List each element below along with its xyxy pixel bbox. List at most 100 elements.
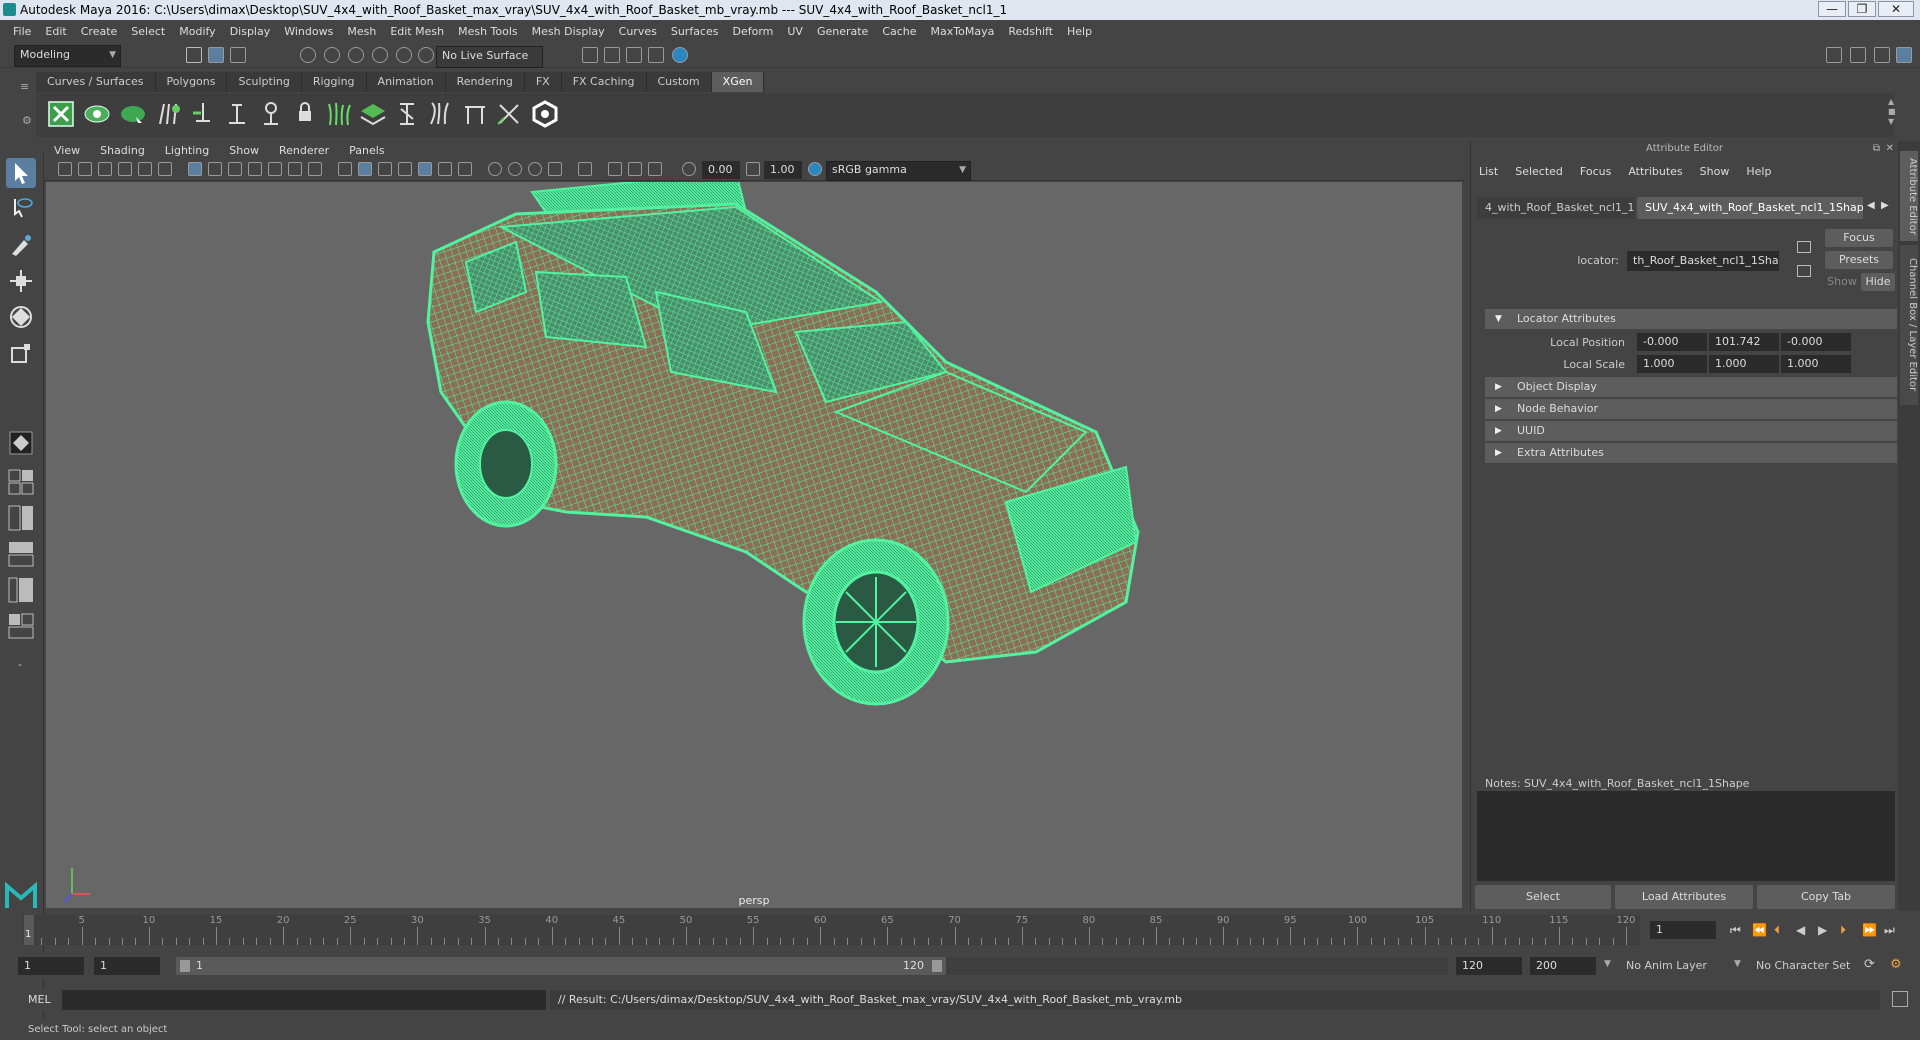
layout-four-view-icon[interactable] bbox=[6, 468, 36, 496]
snap-curve-icon[interactable] bbox=[324, 47, 340, 63]
smooth-shade-icon[interactable] bbox=[358, 162, 372, 176]
grease-pencil-icon[interactable] bbox=[158, 162, 172, 176]
menu-cache[interactable]: Cache bbox=[882, 25, 916, 38]
xray-icon[interactable] bbox=[608, 162, 622, 176]
viewport-menu-renderer[interactable]: Renderer bbox=[279, 144, 329, 157]
current-frame-field[interactable]: 1 bbox=[1650, 921, 1716, 939]
step-forward-key-icon[interactable]: ⏵ bbox=[1840, 923, 1846, 938]
camera-icon[interactable] bbox=[58, 162, 72, 176]
select-tool-icon[interactable] bbox=[6, 158, 36, 188]
render-settings-icon[interactable] bbox=[648, 47, 664, 63]
xgen-hair-icon[interactable] bbox=[426, 99, 456, 129]
minimize-button[interactable]: — bbox=[1818, 1, 1846, 17]
exposure-field[interactable]: 0.00 bbox=[702, 161, 740, 179]
ae-menu-focus[interactable]: Focus bbox=[1580, 165, 1611, 178]
wireframe-on-shaded-icon[interactable] bbox=[398, 162, 412, 176]
show-button[interactable]: Show bbox=[1825, 273, 1859, 291]
xgen-sculpt-guide-icon[interactable] bbox=[256, 99, 286, 129]
copy-tab-button[interactable]: Copy Tab bbox=[1757, 885, 1895, 909]
playback-end-field[interactable]: 120 bbox=[1456, 957, 1522, 975]
2d-pan-zoom-icon[interactable] bbox=[138, 162, 152, 176]
layout-graph-editor-icon[interactable] bbox=[6, 612, 36, 640]
safe-title-icon[interactable] bbox=[308, 162, 322, 176]
maximize-button[interactable]: ❐ bbox=[1848, 1, 1876, 17]
chevron-down-icon[interactable]: ▼ bbox=[1734, 959, 1741, 969]
focus-button[interactable]: Focus bbox=[1825, 229, 1893, 247]
local-scale-z-field[interactable]: 1.000 bbox=[1781, 355, 1851, 373]
isolate-select-icon[interactable] bbox=[578, 162, 592, 176]
snap-view-icon[interactable] bbox=[372, 47, 388, 63]
go-to-start-icon[interactable]: ⏮ bbox=[1730, 923, 1741, 938]
xgen-layers-icon[interactable] bbox=[358, 99, 388, 129]
bookmark-icon[interactable] bbox=[98, 162, 112, 176]
menu-windows[interactable]: Windows bbox=[284, 25, 333, 38]
ae-menu-list[interactable]: List bbox=[1479, 165, 1498, 178]
film-gate-icon[interactable] bbox=[208, 162, 222, 176]
ae-menu-help[interactable]: Help bbox=[1746, 165, 1771, 178]
snap-grid-icon[interactable] bbox=[300, 47, 316, 63]
xgen-hex-icon[interactable] bbox=[530, 99, 560, 129]
shelf-tab-fx[interactable]: FX bbox=[524, 72, 562, 92]
ipr-render-icon[interactable] bbox=[626, 47, 642, 63]
shelf-settings-icon[interactable]: ⚙ bbox=[22, 114, 32, 127]
local-scale-y-field[interactable]: 1.000 bbox=[1709, 355, 1779, 373]
menu-create[interactable]: Create bbox=[81, 25, 118, 38]
xgen-create-guides-icon[interactable] bbox=[154, 99, 184, 129]
side-tab-attribute-editor[interactable]: Attribute Editor bbox=[1900, 151, 1918, 241]
select-button[interactable]: Select bbox=[1475, 885, 1611, 909]
viewport-menu-show[interactable]: Show bbox=[229, 144, 259, 157]
ae-tab-shape[interactable]: SUV_4x4_with_Roof_Basket_ncl1_1Shape bbox=[1637, 197, 1863, 219]
menu-maxtomaya[interactable]: MaxToMaya bbox=[931, 25, 995, 38]
shelf-tab-rigging[interactable]: Rigging bbox=[301, 72, 367, 92]
rotate-tool-icon[interactable] bbox=[6, 302, 36, 332]
default-material-icon[interactable] bbox=[378, 162, 392, 176]
menu-mesh[interactable]: Mesh bbox=[347, 25, 376, 38]
hypershade-icon[interactable] bbox=[672, 47, 688, 63]
exposure-icon[interactable] bbox=[682, 162, 696, 176]
close-panel-icon[interactable]: ✕ bbox=[1886, 143, 1894, 154]
viewport-3d[interactable]: persp bbox=[46, 182, 1462, 908]
step-back-key-icon[interactable]: ⏴ bbox=[1774, 923, 1780, 938]
menu-file[interactable]: File bbox=[13, 25, 31, 38]
xgen-cut-icon[interactable] bbox=[460, 99, 490, 129]
range-slider-track[interactable] bbox=[946, 957, 1448, 975]
chevron-down-icon[interactable]: ▼ bbox=[1604, 959, 1611, 969]
channel-box-icon[interactable] bbox=[1896, 47, 1912, 63]
image-plane-icon[interactable] bbox=[118, 162, 132, 176]
camera-attributes-icon[interactable] bbox=[78, 162, 92, 176]
shelf-tab-curves-surfaces[interactable]: Curves / Surfaces bbox=[36, 72, 156, 92]
xgen-eye-icon[interactable] bbox=[82, 99, 112, 129]
layout-persp-graph-icon[interactable] bbox=[6, 540, 36, 568]
menu-redshift[interactable]: Redshift bbox=[1008, 25, 1053, 38]
ae-menu-show[interactable]: Show bbox=[1700, 165, 1730, 178]
lasso-tool-icon[interactable] bbox=[6, 194, 36, 224]
animation-prefs-icon[interactable]: ⚙ bbox=[1890, 957, 1902, 972]
go-to-end-icon[interactable]: ⏭ bbox=[1884, 923, 1895, 938]
shadows-icon[interactable] bbox=[458, 162, 472, 176]
locator-name-field[interactable]: th_Roof_Basket_ncl1_1Shape bbox=[1627, 251, 1779, 271]
command-input[interactable] bbox=[62, 990, 546, 1010]
section-extra-attributes[interactable]: ▶ Extra Attributes bbox=[1485, 443, 1897, 463]
menu-set-dropdown[interactable]: Modeling ▼ bbox=[14, 45, 121, 67]
color-management-icon[interactable] bbox=[808, 162, 822, 176]
playback-start-field[interactable]: 1 bbox=[94, 957, 160, 975]
scale-tool-icon[interactable] bbox=[6, 338, 36, 368]
resolution-gate-icon[interactable] bbox=[228, 162, 242, 176]
xray-active-icon[interactable] bbox=[628, 162, 642, 176]
menu-generate[interactable]: Generate bbox=[817, 25, 868, 38]
menu-edit-mesh[interactable]: Edit Mesh bbox=[390, 25, 444, 38]
live-surface-field[interactable]: No Live Surface bbox=[436, 46, 543, 68]
close-button[interactable]: ✕ bbox=[1878, 1, 1914, 17]
make-live-icon[interactable] bbox=[418, 47, 434, 63]
section-uuid[interactable]: ▶ UUID bbox=[1485, 421, 1897, 441]
float-panel-icon[interactable]: ⧉ bbox=[1873, 143, 1880, 154]
hide-button[interactable]: Hide bbox=[1861, 273, 1895, 291]
select-hierarchy-icon[interactable] bbox=[186, 47, 202, 63]
shelf-tab-sculpting[interactable]: Sculpting bbox=[227, 72, 302, 92]
use-all-lights-icon[interactable] bbox=[438, 162, 452, 176]
xgen-editor-icon[interactable] bbox=[46, 99, 76, 129]
ae-tab-transform[interactable]: 4_with_Roof_Basket_ncl1_1 bbox=[1477, 197, 1635, 219]
script-editor-icon[interactable] bbox=[1892, 991, 1908, 1007]
play-backwards-icon[interactable]: ◀ bbox=[1796, 923, 1805, 937]
shelf-tab-xgen[interactable]: XGen bbox=[711, 72, 765, 92]
